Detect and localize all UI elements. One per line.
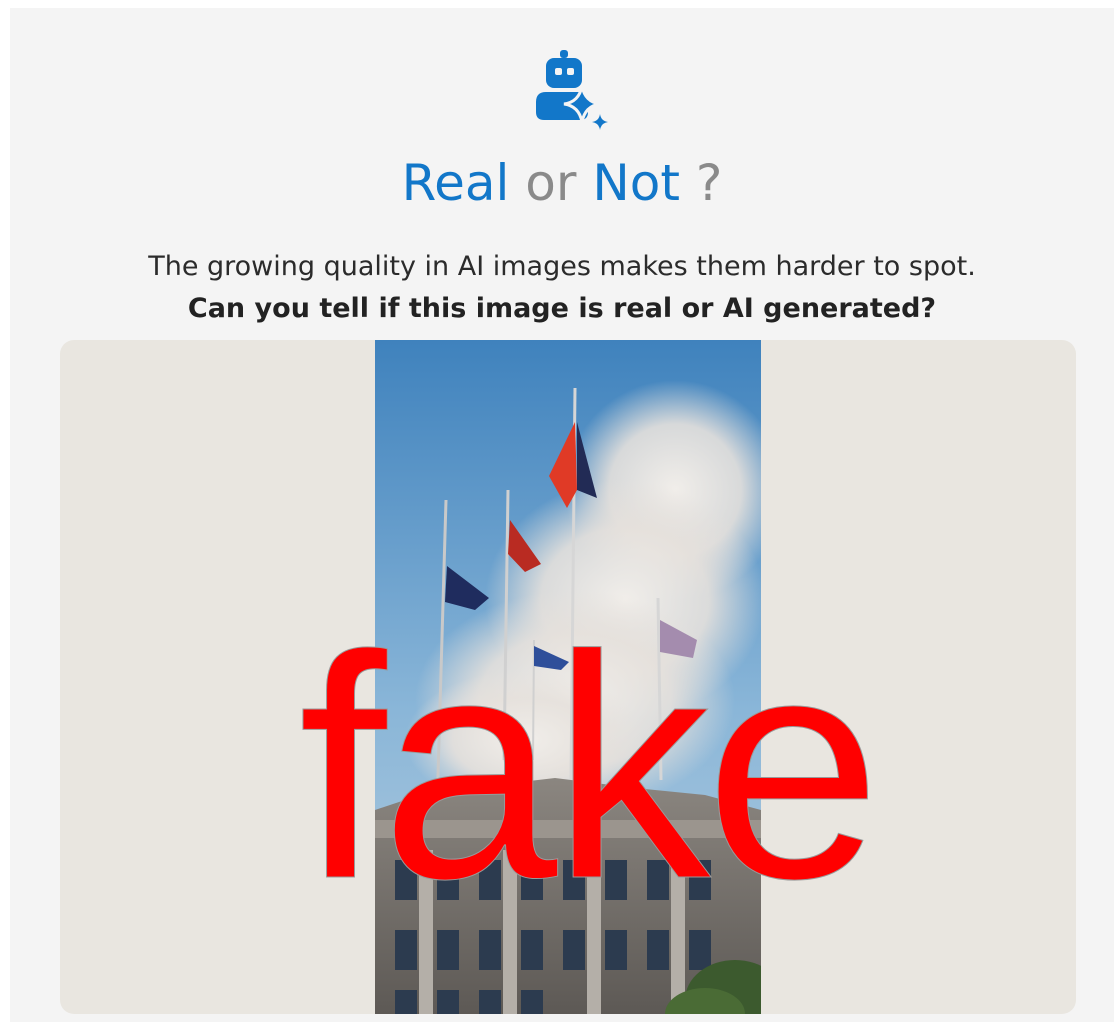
title-not: Not [592,154,680,212]
title-question-mark: ? [695,154,723,212]
intro-text: The growing quality in AI images makes t… [10,246,1114,330]
page-title: Real or Not ? [10,148,1114,218]
intro-line-1: The growing quality in AI images makes t… [148,251,976,282]
fake-stamp: fake [298,590,882,945]
robot-sparkle-icon [536,50,608,130]
quiz-card: Real or Not ? The growing quality in AI … [10,8,1114,1022]
intro-question: Can you tell if this image is real or AI… [187,293,937,324]
title-real: Real [401,154,510,212]
title-or: or [525,154,577,212]
